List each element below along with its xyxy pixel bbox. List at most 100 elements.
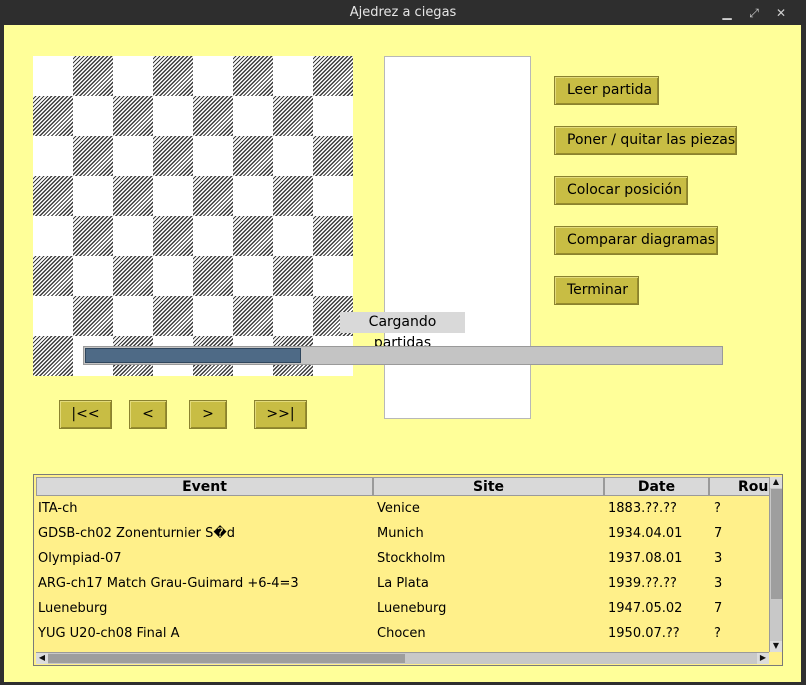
table-row[interactable]: Lueneburg Lueneburg 1947.05.02 7 xyxy=(34,596,768,621)
board-square-f8[interactable] xyxy=(233,56,273,96)
board-square-e2[interactable] xyxy=(193,296,233,336)
cell-event: Olympiad-07 xyxy=(38,551,122,566)
column-header-date[interactable]: Date xyxy=(604,477,709,496)
board-square-g3[interactable] xyxy=(273,256,313,296)
board-square-b3[interactable] xyxy=(73,256,113,296)
loading-progress-bar xyxy=(83,346,723,365)
cell-site: Munich xyxy=(377,526,424,541)
cell-event: ARG-ch17 Match Grau-Guimard +6-4=3 xyxy=(38,576,299,591)
games-table[interactable]: Event Site Date Round ITA-chVenice1883.?… xyxy=(33,474,783,666)
board-square-f5[interactable] xyxy=(233,176,273,216)
board-square-d6[interactable] xyxy=(153,136,193,176)
board-square-c6[interactable] xyxy=(113,136,153,176)
cell-round: 7 xyxy=(714,526,723,541)
table-row[interactable]: ITA-ch Venice 1883.??.??? xyxy=(34,496,768,521)
board-square-g6[interactable] xyxy=(273,136,313,176)
scroll-up-icon[interactable]: ▲ xyxy=(770,477,782,488)
horizontal-scroll-thumb[interactable] xyxy=(48,654,405,663)
board-square-b2[interactable] xyxy=(73,296,113,336)
read-game-button[interactable]: Leer partida xyxy=(554,76,659,105)
board-square-e7[interactable] xyxy=(193,96,233,136)
board-square-c7[interactable] xyxy=(113,96,153,136)
board-square-h6[interactable] xyxy=(313,136,353,176)
previous-move-button[interactable]: < xyxy=(129,400,167,429)
table-row[interactable]: GDSB-ch02 Zonenturnier S�d Munich 1934.04.… xyxy=(34,521,768,546)
minimize-icon[interactable]: ▁ xyxy=(717,3,737,23)
cell-site: Chocen xyxy=(377,626,426,641)
scroll-right-icon[interactable]: ▶ xyxy=(757,653,769,664)
board-square-g2[interactable] xyxy=(273,296,313,336)
vertical-scrollbar[interactable]: ▲ ▼ xyxy=(769,477,782,652)
cell-site: Lueneburg xyxy=(377,601,447,616)
board-square-d2[interactable] xyxy=(153,296,193,336)
board-square-e8[interactable] xyxy=(193,56,233,96)
board-square-d7[interactable] xyxy=(153,96,193,136)
board-square-f3[interactable] xyxy=(233,256,273,296)
next-move-button[interactable]: > xyxy=(189,400,227,429)
loading-label: Cargando partidas xyxy=(340,312,465,351)
board-square-g4[interactable] xyxy=(273,216,313,256)
board-square-b6[interactable] xyxy=(73,136,113,176)
horizontal-scrollbar[interactable]: ◀ ▶ xyxy=(36,652,769,664)
scroll-down-icon[interactable]: ▼ xyxy=(770,641,782,652)
compare-diagrams-button[interactable]: Comparar diagramas xyxy=(554,226,718,255)
table-row[interactable]: Olympiad-07 Stockholm 1937.08.01 3 xyxy=(34,546,768,571)
board-square-e4[interactable] xyxy=(193,216,233,256)
board-square-f7[interactable] xyxy=(233,96,273,136)
chess-board[interactable] xyxy=(33,56,353,376)
board-square-b8[interactable] xyxy=(73,56,113,96)
board-square-c2[interactable] xyxy=(113,296,153,336)
close-icon[interactable]: ✕ xyxy=(771,3,791,23)
board-square-c3[interactable] xyxy=(113,256,153,296)
board-square-d4[interactable] xyxy=(153,216,193,256)
board-square-a2[interactable] xyxy=(33,296,73,336)
column-header-site[interactable]: Site xyxy=(373,477,604,496)
board-square-h4[interactable] xyxy=(313,216,353,256)
board-square-h7[interactable] xyxy=(313,96,353,136)
board-square-e6[interactable] xyxy=(193,136,233,176)
board-square-b7[interactable] xyxy=(73,96,113,136)
board-square-a7[interactable] xyxy=(33,96,73,136)
restore-icon[interactable]: ⤢ xyxy=(744,3,764,23)
board-square-f2[interactable] xyxy=(233,296,273,336)
cell-date: 1883.??.?? xyxy=(608,501,677,516)
cell-round: ? xyxy=(714,501,721,516)
cell-round: 3 xyxy=(714,551,723,566)
board-square-a5[interactable] xyxy=(33,176,73,216)
board-square-a3[interactable] xyxy=(33,256,73,296)
column-header-event[interactable]: Event xyxy=(36,477,373,496)
cell-date: 1950.07.?? xyxy=(608,626,680,641)
board-square-e3[interactable] xyxy=(193,256,233,296)
finish-button[interactable]: Terminar xyxy=(554,276,639,305)
cell-site: Stockholm xyxy=(377,551,446,566)
board-square-c8[interactable] xyxy=(113,56,153,96)
board-square-h8[interactable] xyxy=(313,56,353,96)
board-square-b5[interactable] xyxy=(73,176,113,216)
board-square-g5[interactable] xyxy=(273,176,313,216)
board-square-b4[interactable] xyxy=(73,216,113,256)
board-square-c5[interactable] xyxy=(113,176,153,216)
board-square-c4[interactable] xyxy=(113,216,153,256)
board-square-d5[interactable] xyxy=(153,176,193,216)
vertical-scroll-thumb[interactable] xyxy=(771,489,782,599)
set-position-button[interactable]: Colocar posición xyxy=(554,176,688,205)
board-square-e5[interactable] xyxy=(193,176,233,216)
board-square-d3[interactable] xyxy=(153,256,193,296)
board-square-h5[interactable] xyxy=(313,176,353,216)
board-square-f4[interactable] xyxy=(233,216,273,256)
board-square-a6[interactable] xyxy=(33,136,73,176)
board-square-a8[interactable] xyxy=(33,56,73,96)
table-row[interactable]: YUG U20-ch08 Final A Chocen 1950.07.??? xyxy=(34,621,768,646)
board-square-f6[interactable] xyxy=(233,136,273,176)
board-square-g8[interactable] xyxy=(273,56,313,96)
table-row[interactable]: ARG-ch17 Match Grau-Guimard +6-4=3 La Pla… xyxy=(34,571,768,596)
board-square-d8[interactable] xyxy=(153,56,193,96)
scroll-left-icon[interactable]: ◀ xyxy=(36,653,48,664)
first-move-button[interactable]: |<< xyxy=(59,400,112,429)
board-square-a4[interactable] xyxy=(33,216,73,256)
toggle-pieces-button[interactable]: Poner / quitar las piezas xyxy=(554,126,737,155)
board-square-g7[interactable] xyxy=(273,96,313,136)
board-square-a1[interactable] xyxy=(33,336,73,376)
last-move-button[interactable]: >>| xyxy=(254,400,307,429)
board-square-h3[interactable] xyxy=(313,256,353,296)
